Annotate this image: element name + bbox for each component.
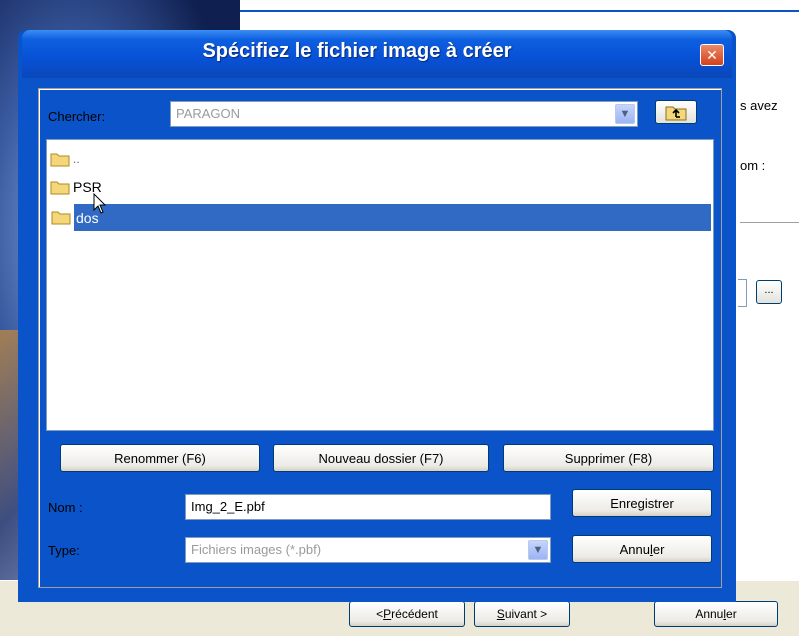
chevron-down-icon[interactable]: ▼ [615,104,635,124]
previous-button[interactable]: < Précédent [349,601,465,627]
save-button[interactable]: Enregistrer [572,489,712,517]
folder-icon [50,152,70,167]
list-item[interactable]: PSR [50,176,250,198]
mouse-cursor-icon [93,193,107,214]
previous-label-key: P [383,607,392,621]
rename-button[interactable]: Renommer (F6) [60,444,260,472]
next-label-key: S [496,607,505,621]
wizard-text-fragment-2: om : [740,158,766,173]
up-folder-button[interactable] [655,100,697,124]
wizard-cancel-pre: Annu [695,607,724,621]
wizard-separator [740,222,799,223]
wizard-cancel-post: er [726,607,737,621]
cancel-label-pre: Annu [619,541,650,557]
folder-up-icon [665,106,687,121]
name-label: Nom : [48,500,83,515]
previous-label-post: récédent [391,607,438,621]
wizard-cancel-button[interactable]: Annu l er [654,601,778,627]
look-in-combo[interactable]: PARAGON ▼ [170,101,638,127]
browse-button[interactable]: ... [756,280,782,304]
folder-icon [51,210,71,225]
cancel-label-post: er [652,541,665,557]
dialog-titlebar[interactable]: Spécifiez le fichier image à créer ✕ [22,30,732,78]
list-item-label: dos [74,204,711,231]
chevron-down-icon[interactable]: ▼ [528,540,548,560]
wizard-path-field[interactable] [738,279,747,307]
list-item-label: .. [73,152,80,166]
type-label: Type: [48,543,80,558]
next-label-post: uivant > [504,607,548,621]
list-item[interactable]: dos [49,204,711,231]
dialog-title: Spécifiez le fichier image à créer [202,40,512,62]
folder-icon [50,180,70,195]
wizard-header-line [240,10,799,12]
new-folder-button[interactable]: Nouveau dossier (F7) [273,444,489,472]
next-button[interactable]: Suivant > [474,601,570,627]
look-in-value: PARAGON [176,106,241,121]
list-item[interactable]: .. [50,148,250,170]
previous-label-pre: < [376,607,384,621]
file-type-combo[interactable]: Fichiers images (*.pbf) ▼ [185,537,551,563]
wizard-text-fragment-1: s avez [740,98,778,113]
delete-button[interactable]: Supprimer (F8) [503,444,714,472]
close-icon[interactable]: ✕ [700,44,724,66]
file-list[interactable]: .. PSR dos [46,139,714,431]
look-in-label: Chercher: [48,109,106,124]
file-type-value: Fichiers images (*.pbf) [191,542,322,557]
filename-input[interactable]: Img_2_E.pbf [185,494,551,520]
cancel-button[interactable]: Annu l er [572,535,712,563]
